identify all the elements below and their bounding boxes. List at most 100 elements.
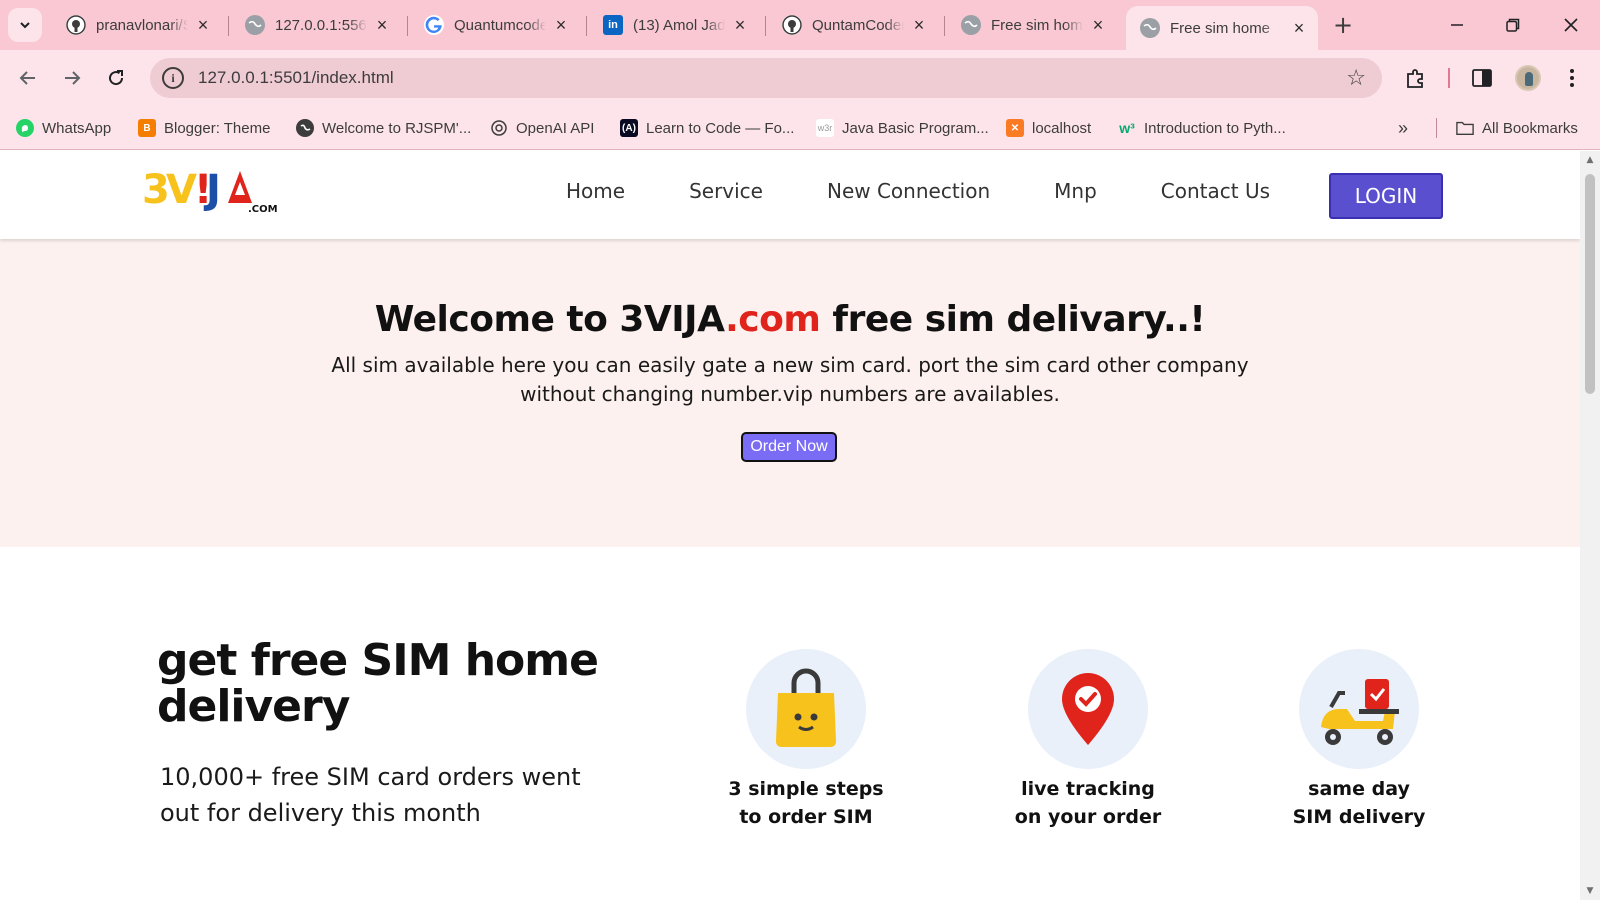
browser-tab-strip: pranavlonari/S × 127.0.0.1:5568 × Quantu… [0, 0, 1600, 50]
features-subtitle: 10,000+ free SIM card orders went out fo… [160, 763, 581, 827]
more-bookmarks-button[interactable]: » [1398, 116, 1408, 140]
minimize-button[interactable] [1434, 8, 1480, 42]
tab-search-button[interactable] [8, 8, 42, 42]
logo-text: 3 V ! J [142, 165, 254, 221]
forward-button[interactable] [56, 62, 88, 94]
nav-link-new-connection[interactable]: New Connection [827, 179, 990, 203]
bookmark-item[interactable]: Welcome to RJSPM'... [296, 116, 471, 140]
hero-title-highlight: .com [725, 299, 821, 340]
login-button[interactable]: LOGIN [1329, 173, 1443, 219]
arrow-right-icon [65, 71, 81, 85]
close-tab-icon[interactable]: × [1089, 16, 1107, 34]
scrollbar-thumb[interactable] [1585, 174, 1595, 394]
globe-icon [961, 15, 981, 35]
svg-text:J: J [203, 167, 220, 211]
browser-tab[interactable]: Free sim home × [947, 6, 1117, 44]
nav-link-contact-us[interactable]: Contact Us [1161, 179, 1270, 203]
scroll-up-arrow-icon[interactable]: ▲ [1585, 155, 1595, 165]
github-icon [782, 15, 802, 35]
bookmarks-bar: WhatsApp B Blogger: Theme Welcome to RJS… [0, 106, 1600, 150]
browser-tab[interactable]: QuntamCoder × [768, 6, 938, 44]
restore-icon [1506, 18, 1520, 32]
browser-toolbar: i 127.0.0.1:5501/index.html ☆ [0, 50, 1600, 106]
bookmark-item[interactable]: w³ Introduction to Pyth... [1118, 116, 1286, 140]
svg-text:V: V [166, 167, 197, 211]
feature-icon-circle [746, 649, 866, 769]
location-pin-icon [1062, 673, 1114, 745]
url-text[interactable]: 127.0.0.1:5501/index.html [198, 68, 1346, 88]
close-icon [1564, 18, 1578, 32]
tab-title: Free sim home [991, 16, 1083, 34]
tab-separator [228, 16, 229, 36]
site-logo[interactable]: 3 V ! J .COM [142, 165, 282, 225]
folder-icon [1456, 119, 1474, 137]
extensions-button[interactable] [1402, 64, 1430, 92]
bookmark-label: Blogger: Theme [164, 119, 271, 137]
bookmark-star-icon[interactable]: ☆ [1346, 66, 1366, 91]
hero-title-suffix: free sim delivary..! [820, 299, 1206, 340]
browser-tab[interactable]: Quantumcode × [410, 6, 580, 44]
close-tab-icon[interactable]: × [910, 16, 928, 34]
tab-title: pranavlonari/S [96, 16, 188, 34]
close-tab-icon[interactable]: × [373, 16, 391, 34]
globe-icon [245, 15, 265, 35]
feature-label: live tracking on your order [1014, 778, 1162, 828]
kebab-menu-icon [1570, 69, 1574, 87]
scroll-down-arrow-icon[interactable]: ▼ [1585, 886, 1595, 896]
bookmark-label: Introduction to Pyth... [1144, 119, 1286, 137]
feature-icon-circle [1299, 649, 1419, 769]
browser-tab[interactable]: pranavlonari/S × [52, 6, 222, 44]
close-tab-icon[interactable]: × [552, 16, 570, 34]
blogger-icon: B [138, 119, 156, 137]
shopping-bag-icon [776, 668, 836, 747]
tab-separator [586, 16, 587, 36]
xampp-icon: ✕ [1006, 119, 1024, 137]
hero-title-prefix: Welcome to 3VIJA [374, 299, 726, 340]
tab-title: (13) Amol Jadh [633, 16, 725, 34]
nav-link-mnp[interactable]: Mnp [1054, 179, 1097, 203]
bookmark-label: Welcome to RJSPM'... [322, 119, 472, 137]
side-panel-icon [1472, 69, 1492, 87]
bookmarks-divider [1436, 118, 1437, 138]
order-now-button[interactable]: Order Now [741, 432, 837, 462]
chevron-down-icon [20, 22, 30, 29]
restore-button[interactable] [1490, 8, 1536, 42]
bookmark-item[interactable]: (A) Learn to Code — Fo... [620, 116, 794, 140]
tab-separator [407, 16, 408, 36]
all-bookmarks-button[interactable]: All Bookmarks [1456, 116, 1578, 140]
address-bar[interactable]: i 127.0.0.1:5501/index.html ☆ [150, 58, 1382, 98]
hero-section: Welcome to 3VIJA.com free sim delivary..… [0, 239, 1580, 547]
back-button[interactable] [12, 62, 44, 94]
bookmark-item[interactable]: w3r Java Basic Program... [816, 116, 989, 140]
avatar [1515, 65, 1541, 91]
close-tab-icon[interactable]: × [1290, 19, 1308, 37]
globe-icon [296, 119, 314, 137]
close-tab-icon[interactable]: × [194, 16, 212, 34]
bookmark-item[interactable]: OpenAI API [490, 116, 594, 140]
browser-tab[interactable]: in (13) Amol Jadh × [589, 6, 759, 44]
nav-link-service[interactable]: Service [689, 179, 763, 203]
bookmark-item[interactable]: B Blogger: Theme [138, 116, 270, 140]
github-icon [66, 15, 86, 35]
side-panel-button[interactable] [1468, 64, 1496, 92]
minimize-icon [1451, 24, 1463, 26]
whatsapp-icon [16, 119, 34, 137]
close-window-button[interactable] [1548, 8, 1594, 42]
feature-card: same day SIM delivery [1259, 649, 1459, 831]
double-chevron-icon: » [1398, 117, 1409, 138]
bookmark-label: Learn to Code — Fo... [646, 119, 795, 137]
bookmark-item[interactable]: ✕ localhost [1006, 116, 1091, 140]
close-tab-icon[interactable]: × [731, 16, 749, 34]
browser-tab-active[interactable]: Free sim home × [1126, 6, 1318, 50]
browser-tab[interactable]: 127.0.0.1:5568 × [231, 6, 401, 44]
page-scrollbar[interactable]: ▲ ▼ [1580, 151, 1600, 900]
reload-button[interactable] [100, 62, 132, 94]
toolbar-divider [1448, 68, 1450, 88]
new-tab-button[interactable]: + [1328, 10, 1358, 40]
bookmark-item[interactable]: WhatsApp [16, 116, 111, 140]
hero-title: Welcome to 3VIJA.com free sim delivary..… [0, 299, 1580, 340]
nav-link-home[interactable]: Home [566, 179, 625, 203]
menu-button[interactable] [1558, 64, 1586, 92]
profile-button[interactable] [1514, 64, 1542, 92]
site-info-icon[interactable]: i [162, 67, 184, 89]
